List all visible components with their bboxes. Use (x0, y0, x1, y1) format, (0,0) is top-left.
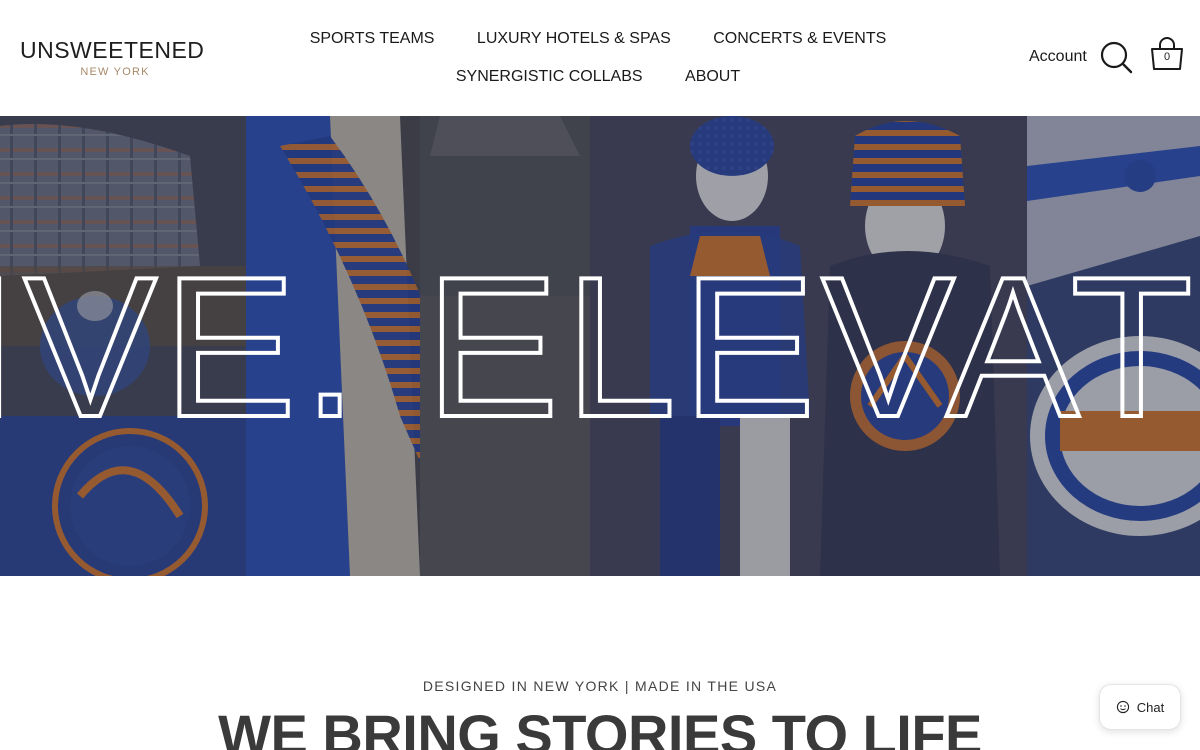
logo-wordmark: UNSWEETENED (20, 37, 205, 63)
section-tagline: DESIGNED IN NEW YORK | MADE IN THE USA (422, 678, 778, 694)
hero-banner: IVE. ELEVATE (0, 116, 1200, 576)
chat-label: Chat (1136, 699, 1165, 715)
nav-luxury-hotels-spas[interactable]: LUXURY HOTELS & SPAS (477, 22, 671, 60)
cart-count-badge: 0 (1163, 51, 1171, 63)
chat-button[interactable]: Chat (1099, 684, 1181, 730)
main-nav: SPORTS TEAMS LUXURY HOTELS & SPAS CONCER… (228, 22, 968, 98)
account-link[interactable]: Account (1029, 47, 1087, 67)
logo-city: NEW YORK (80, 66, 150, 78)
section-headline: WE BRING STORIES TO LIFE (218, 703, 982, 750)
nav-sports-teams[interactable]: SPORTS TEAMS (310, 22, 435, 60)
smiley-icon (1116, 700, 1129, 714)
search-button[interactable] (1099, 40, 1133, 74)
search-icon (1100, 41, 1133, 74)
nav-about[interactable]: ABOUT (685, 60, 740, 98)
brand-logo[interactable]: UNSWEETENED NEW YORK (20, 38, 210, 78)
nav-concerts-events[interactable]: CONCERTS & EVENTS (713, 22, 886, 60)
cart-button[interactable]: 0 (1148, 37, 1186, 73)
hero-image: IVE. ELEVATE (0, 116, 1200, 576)
hero-overlay-text: IVE. ELEVATE (0, 236, 1200, 459)
site-header: UNSWEETENED NEW YORK SPORTS TEAMS LUXURY… (0, 0, 1200, 116)
nav-synergistic-collabs[interactable]: SYNERGISTIC COLLABS (456, 60, 643, 98)
